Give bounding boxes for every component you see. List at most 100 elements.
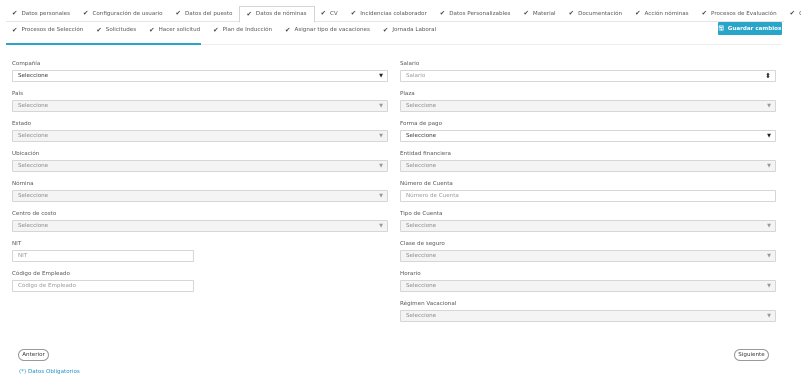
field-nit: NIT NIT <box>12 241 194 262</box>
field-label: Nómina <box>12 181 34 187</box>
field-label: Compañía <box>12 61 41 67</box>
tab-incidencias-colaborador[interactable]: ✔ Incidencias colaborador <box>345 6 434 22</box>
previous-button[interactable]: Anterior <box>18 349 49 361</box>
check-icon: ✔ <box>213 25 219 34</box>
tab-solicitudes[interactable]: ✔ Solicitudes <box>90 22 143 38</box>
forma-de-pago-select[interactable]: Seleccione ▼ <box>400 130 776 142</box>
tab-label: Datos de nóminas <box>255 11 307 17</box>
field-entidad-financiera: Entidad financiera Seleccione ▼ <box>400 151 776 172</box>
tab-asignar-tipo-de-vacaciones[interactable]: ✔ Asignar tipo de vacaciones <box>279 22 377 38</box>
required-note[interactable]: (*) Datos Obligatorios <box>19 369 80 375</box>
regimen-vacacional-select[interactable]: Seleccione ▼ <box>400 310 776 322</box>
field-clase-de-seguro: Clase de seguro Seleccione ▼ <box>400 241 776 262</box>
tab-datos-personales[interactable]: ✔ Datos personales <box>6 6 77 22</box>
estado-select[interactable]: Seleccione ▼ <box>12 130 388 142</box>
field-label: Ubicación <box>12 151 40 157</box>
select-value: Seleccione <box>406 313 437 319</box>
ubicacion-select[interactable]: Seleccione ▼ <box>12 160 388 172</box>
save-changes-button[interactable]: 🖫 Guardar cambios <box>718 22 782 35</box>
select-value: Seleccione <box>406 223 437 229</box>
codigo-de-empleado-input[interactable]: Código de Empleado <box>12 280 194 292</box>
nomina-select[interactable]: Seleccione ▼ <box>12 190 388 202</box>
salario-input[interactable]: Salario ⬍ <box>400 70 776 82</box>
centro-de-costo-select[interactable]: Seleccione ▼ <box>12 220 388 232</box>
dropdown-arrow-icon: ▼ <box>767 133 771 139</box>
tab-row-1: ✔ Datos personales ✔ Configuración de usuar… <box>6 5 801 23</box>
field-nomina: Nómina Seleccione ▼ <box>12 181 388 202</box>
field-centro-de-costo: Centro de costo Seleccione ▼ <box>12 211 388 232</box>
field-numero-de-cuenta: Número de Cuenta Número de Cuenta <box>400 181 776 202</box>
check-icon: ✔ <box>175 9 181 18</box>
field-compania: Compañía Seleccione ▼ <box>12 61 388 82</box>
tab-datos-personalizables[interactable]: ✔ Datos Personalizables <box>434 6 518 22</box>
tab-procesos-de-seleccion[interactable]: ✔ Procesos de Selección <box>6 22 90 38</box>
tab-label: Hacer solicitud <box>158 27 201 33</box>
clase-de-seguro-select[interactable]: Seleccione ▼ <box>400 250 776 262</box>
dropdown-arrow-icon: ▼ <box>767 253 771 259</box>
field-label: Centro de costo <box>12 211 57 217</box>
field-label: Horario <box>400 271 421 277</box>
select-value: Seleccione <box>406 283 437 289</box>
tab-label: Asignar tipo de vacaciones <box>294 27 370 33</box>
previous-label: Anterior <box>22 352 45 358</box>
check-icon: ✔ <box>439 9 446 18</box>
check-icon: ✔ <box>285 25 291 34</box>
select-value: Seleccione <box>406 103 437 109</box>
horario-select[interactable]: Seleccione ▼ <box>400 280 776 292</box>
check-icon: ✔ <box>246 9 252 18</box>
tab-label: Jornada Laboral <box>392 27 437 33</box>
field-label: Código de Empleado <box>12 271 70 277</box>
save-changes-label: Guardar cambios <box>727 25 782 32</box>
progress-bar <box>6 43 201 45</box>
field-label: Plaza <box>400 91 415 97</box>
save-icon: 🖫 <box>718 24 724 32</box>
tab-accion-nominas[interactable]: ✔ Acción nóminas <box>629 6 696 22</box>
tab-bar: ✔ Datos personales ✔ Configuración de usuar… <box>6 5 801 38</box>
entidad-financiera-select[interactable]: Seleccione ▼ <box>400 160 776 172</box>
tab-procesos-de-evaluacion[interactable]: ✔ Procesos de Evaluación <box>696 6 784 22</box>
tab-jornada-laboral[interactable]: ✔ Jornada Laboral <box>377 22 443 38</box>
check-icon: ✔ <box>83 9 89 18</box>
tab-cursos[interactable]: ✔Cursos <box>784 6 801 22</box>
next-button[interactable]: Siguiente <box>734 349 769 361</box>
check-icon: ✔ <box>350 9 357 18</box>
field-estado: Estado Seleccione ▼ <box>12 121 388 142</box>
check-icon: ✔ <box>568 9 575 18</box>
select-value: Seleccione <box>18 193 49 199</box>
spinner-icon[interactable]: ⬍ <box>765 72 771 80</box>
tab-datos-de-nominas[interactable]: ✔ Datos de nóminas <box>239 5 315 23</box>
next-label: Siguiente <box>738 352 765 358</box>
tab-hacer-solicitud[interactable]: ✔ Hacer solicitud <box>143 22 207 38</box>
tab-label: Acción nóminas <box>644 10 689 17</box>
tab-plan-de-induccion[interactable]: ✔ Plan de Inducción <box>207 22 279 38</box>
tab-material[interactable]: ✔ Material <box>517 6 562 22</box>
tab-label: Datos del puesto <box>185 10 233 17</box>
dropdown-arrow-icon: ▼ <box>379 133 383 139</box>
pais-select[interactable]: Seleccione ▼ <box>12 100 388 112</box>
dropdown-arrow-icon: ▼ <box>379 73 383 79</box>
nit-input[interactable]: NIT <box>12 250 194 262</box>
tab-configuracion-de-usuario[interactable]: ✔ Configuración de usuario <box>77 6 170 22</box>
tab-documentacion[interactable]: ✔ Documentación <box>563 6 629 22</box>
check-icon: ✔ <box>789 9 796 18</box>
compania-select[interactable]: Seleccione ▼ <box>12 70 388 82</box>
select-value: Seleccione <box>18 73 49 79</box>
tab-datos-del-puesto[interactable]: ✔ Datos del puesto <box>170 6 240 22</box>
select-value: Seleccione <box>406 253 437 259</box>
plaza-select[interactable]: Seleccione ▼ <box>400 100 776 112</box>
field-regimen-vacacional: Régimen Vacacional Seleccione ▼ <box>400 301 776 322</box>
tab-cv[interactable]: ✔ CV <box>315 6 345 22</box>
tab-label: Incidencias colaborador <box>360 10 427 17</box>
select-value: Seleccione <box>18 163 49 169</box>
tab-label: Solicitudes <box>105 27 137 33</box>
select-value: Seleccione <box>406 163 437 169</box>
field-label: NIT <box>12 241 22 247</box>
check-icon: ✔ <box>320 9 327 18</box>
field-label: Número de Cuenta <box>400 181 453 187</box>
tab-label: Material <box>532 10 556 17</box>
dropdown-arrow-icon: ▼ <box>767 283 771 289</box>
field-label: Entidad financiera <box>400 151 451 157</box>
tipo-de-cuenta-select[interactable]: Seleccione ▼ <box>400 220 776 232</box>
check-icon: ✔ <box>382 25 389 34</box>
numero-de-cuenta-input[interactable]: Número de Cuenta <box>400 190 776 202</box>
